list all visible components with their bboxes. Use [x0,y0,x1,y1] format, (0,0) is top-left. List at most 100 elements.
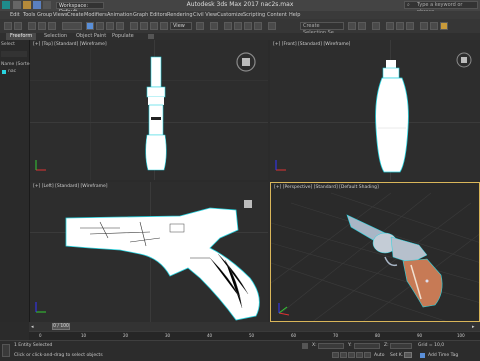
edit-named-selection-button[interactable] [268,22,276,30]
selection-filter-button[interactable] [62,22,82,30]
axis-gizmo-front [275,160,286,171]
scene-object-item[interactable]: nac [8,69,16,74]
viewport-label-front[interactable]: [+] [Front] [Standard] [Wireframe] [273,42,350,47]
title-bar: Workspace: Default Autodesk 3ds Max 2017… [0,0,480,15]
status-selected-count: 1 Entity Selected [14,343,53,348]
angle-snap-button[interactable] [234,22,242,30]
viewcube-front[interactable] [454,50,474,70]
key-icon[interactable] [404,352,412,358]
viewcube-top[interactable] [234,50,258,74]
timeline-next-icon[interactable]: ▸ [472,324,475,330]
search-input[interactable]: Type a keyword or phrase [404,1,478,15]
mirror-button[interactable] [348,22,356,30]
pivot-button[interactable] [196,22,204,30]
percent-snap-button[interactable] [244,22,252,30]
z-coord-field[interactable] [390,343,412,349]
menu-animation[interactable]: Animation [107,12,133,18]
menu-modifiers[interactable]: Modifiers [84,12,107,18]
scene-explorer: Select Name (Sorted As nac [0,40,39,322]
track-tick-30: 30 [165,333,171,338]
add-time-tag[interactable]: Add Time Tag [428,353,458,358]
tab-selection[interactable]: Selection [40,33,71,40]
move-button[interactable] [130,22,138,30]
search-icon: ⌕ [407,2,410,8]
viewport-label-left[interactable]: [+] [Left] [Standard] [Wireframe] [33,184,108,189]
render-production-button[interactable] [440,22,448,30]
axis-gizmo-perspective [278,303,290,316]
tab-object-paint[interactable]: Object Paint [72,33,110,40]
x-coord-field[interactable] [318,343,344,349]
tab-freeform[interactable]: Freeform [6,33,37,40]
time-slider-track[interactable] [29,322,480,331]
track-tick-20: 20 [123,333,129,338]
menu-content[interactable]: Content [267,12,287,18]
layer-explorer-button[interactable] [372,22,380,30]
track-tick-50: 50 [249,333,255,338]
menu-tools[interactable]: Tools [23,12,35,18]
menu-edit[interactable]: Edit [10,12,20,18]
auto-key-button[interactable]: Auto [374,353,384,358]
selection-set-dropdown[interactable]: Create Selection Se [300,22,344,36]
maxscript-listener-icon[interactable] [2,344,10,357]
y-coord-field[interactable] [354,343,380,349]
material-editor-button[interactable] [406,22,414,30]
gun-3d-model [346,214,443,308]
menu-views[interactable]: Views [53,12,67,18]
gun-side-view-wireframe [65,207,260,321]
viewport-top[interactable]: [+] [Top] [Standard] [Wireframe] [30,40,268,180]
viewport-front[interactable]: [+] [Front] [Standard] [Wireframe] [270,40,480,180]
link-button[interactable] [28,22,36,30]
menu-rendering[interactable]: Rendering [167,12,193,18]
time-slider-handle[interactable]: 0 / 100 [52,323,70,330]
tab-populate[interactable]: Populate [108,33,138,40]
menu-create[interactable]: Create [67,12,84,18]
viewport-label-perspective[interactable]: [+] [Perspective] [Standard] [Default Sh… [274,185,379,190]
placement-button[interactable] [160,22,168,30]
spinner-snap-button[interactable] [254,22,262,30]
status-prompt: Click or click-and-drag to select object… [14,353,103,358]
timeline-prev-icon[interactable]: ◂ [31,324,34,330]
align-button[interactable] [358,22,366,30]
rotate-button[interactable] [140,22,148,30]
keyboard-shortcut-button[interactable] [210,22,218,30]
select-label[interactable]: Select [1,42,15,47]
menu-civil-view[interactable]: Civil View [193,12,217,18]
region-select-button[interactable] [106,22,114,30]
select-object-button[interactable] [86,22,94,30]
next-frame-button[interactable] [356,352,363,358]
reference-coordinate-dropdown[interactable]: View [170,22,192,30]
track-tick-100: 100 [457,333,465,338]
go-to-end-button[interactable] [364,352,371,358]
menu-scripting[interactable]: Scripting [243,12,265,18]
track-tick-10: 10 [81,333,87,338]
rendered-frame-window-button[interactable] [430,22,438,30]
select-by-name-button[interactable] [96,22,104,30]
menu-help[interactable]: Help [289,12,300,18]
play-button[interactable] [348,352,355,358]
menu-graph-editors[interactable]: Graph Editors [133,12,167,18]
render-setup-button[interactable] [420,22,428,30]
redo-button[interactable] [14,22,22,30]
schematic-view-button[interactable] [396,22,404,30]
undo-button[interactable] [4,22,12,30]
scale-button[interactable] [150,22,158,30]
set-key-button[interactable]: Set K. [390,353,403,358]
unlink-button[interactable] [38,22,46,30]
viewport-perspective[interactable]: [+] [Perspective] [Standard] [Default Sh… [270,182,480,322]
window-crossing-button[interactable] [116,22,124,30]
menu-customize[interactable]: Customize [217,12,243,18]
viewport-label-top[interactable]: [+] [Top] [Standard] [Wireframe] [33,42,107,47]
viewcube-left[interactable] [240,196,256,212]
time-tag-icon[interactable] [420,353,425,358]
menu-group[interactable]: Group [37,12,52,18]
prev-frame-button[interactable] [340,352,347,358]
lock-selection-icon[interactable] [302,343,308,349]
bind-space-warp-button[interactable] [48,22,56,30]
object-icon [2,70,6,74]
viewport-left[interactable]: [+] [Left] [Standard] [Wireframe] [30,182,268,322]
snaps-toggle-button[interactable] [224,22,232,30]
go-to-start-button[interactable] [332,352,339,358]
curve-editor-button[interactable] [386,22,394,30]
gun-front-view [375,60,409,173]
ribbon-toggle-icon[interactable] [148,34,154,39]
